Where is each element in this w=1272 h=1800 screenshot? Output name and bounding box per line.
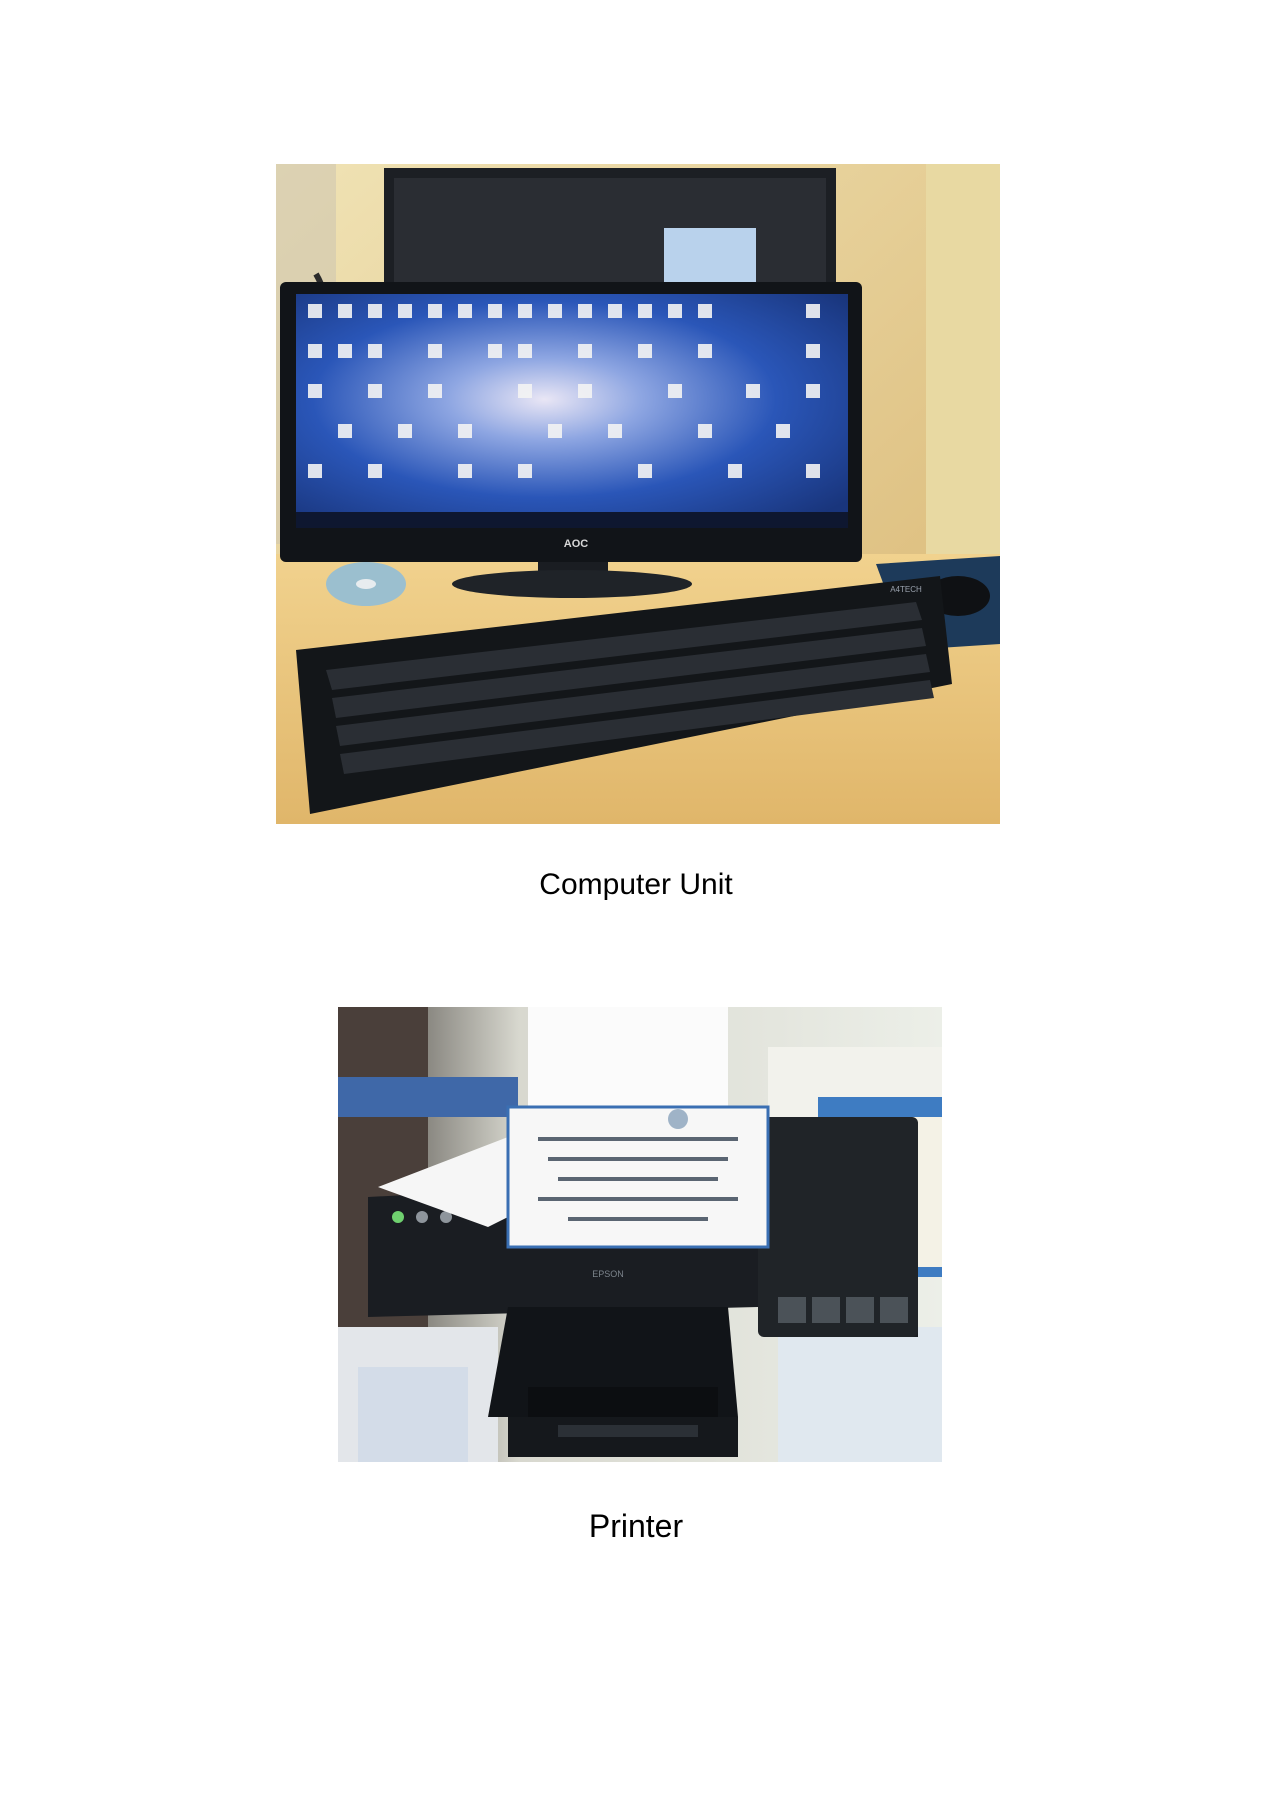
taskbar (296, 512, 848, 528)
computer-unit-photo: AOC A4TECH (276, 164, 1000, 824)
sticky-note (664, 228, 756, 282)
figure-caption-computer-unit: Computer Unit (539, 868, 733, 901)
figure-caption-printer: Printer (588, 1508, 684, 1544)
monitor-brand-label: AOC (564, 538, 589, 550)
printer-illustration: EPSON (338, 1007, 942, 1462)
printer-brand-label: EPSON (592, 1269, 624, 1279)
printer-photo: EPSON (338, 1007, 942, 1462)
computer-unit-illustration: AOC A4TECH (276, 164, 1000, 824)
keyboard-brand-label: A4TECH (890, 585, 922, 594)
monitor-screen (296, 294, 848, 528)
